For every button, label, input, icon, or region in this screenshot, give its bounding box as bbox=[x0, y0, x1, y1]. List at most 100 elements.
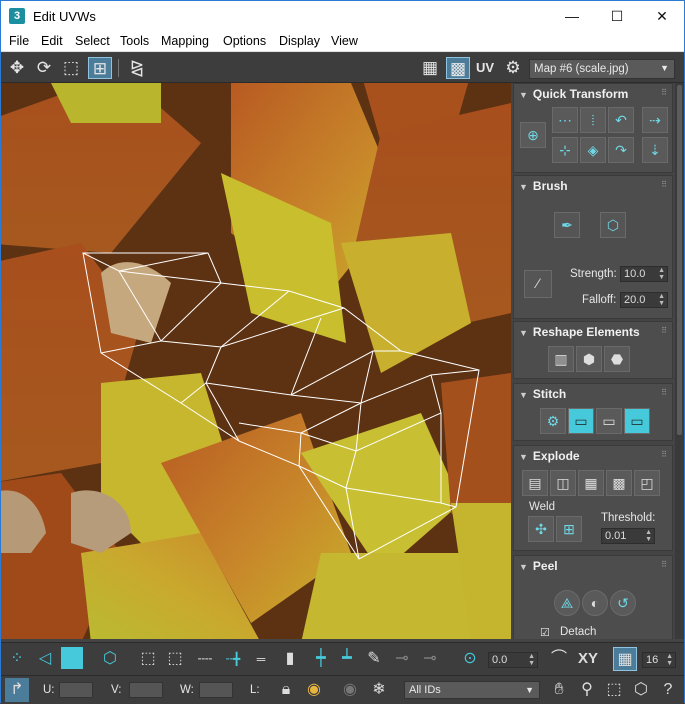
edge-select-icon[interactable]: ┷ bbox=[335, 647, 359, 671]
menu-select[interactable]: Select bbox=[75, 34, 110, 48]
stitch-header[interactable]: ▼ Stitch bbox=[514, 384, 672, 404]
rotate-value-spinner[interactable]: 0.0 ▲ ▼ bbox=[488, 652, 538, 668]
align-vertical-icon[interactable]: ⦙ bbox=[580, 107, 606, 133]
zoom-region-icon[interactable]: ⬚ bbox=[602, 678, 626, 702]
uv-mode-button[interactable]: UV bbox=[473, 57, 497, 79]
menu-display[interactable]: Display bbox=[279, 34, 320, 48]
stitch-to-target-icon[interactable]: ▭ bbox=[624, 408, 650, 434]
point-to-point-icon[interactable]: ┿ bbox=[309, 647, 333, 671]
show-map-icon[interactable]: ▩ bbox=[446, 57, 470, 79]
grid-snap-icon[interactable]: ▦ bbox=[613, 647, 637, 671]
relax-icon[interactable]: ⬢ bbox=[576, 346, 602, 372]
menu-file[interactable]: File bbox=[9, 34, 29, 48]
v-field[interactable] bbox=[129, 682, 163, 698]
reset-peel-icon[interactable]: ↺ bbox=[610, 590, 636, 616]
map-settings-icon[interactable]: ⚙ bbox=[501, 57, 525, 79]
hide-eye-icon[interactable]: ◉ bbox=[302, 678, 326, 702]
peel-mode-icon[interactable]: ◐ bbox=[582, 590, 608, 616]
stitch-average-icon[interactable]: ▭ bbox=[596, 408, 622, 434]
pan-hand-icon[interactable]: ✋︎ bbox=[547, 678, 571, 702]
uv-viewport[interactable] bbox=[1, 83, 511, 639]
polygon-mode-icon[interactable] bbox=[61, 647, 83, 669]
paint-select-icon[interactable]: ▮ bbox=[278, 647, 302, 671]
menu-tools[interactable]: Tools bbox=[120, 34, 149, 48]
space-vertical-icon[interactable]: ⇢ bbox=[642, 107, 668, 133]
soft-select-icon[interactable]: ⊸ bbox=[390, 647, 414, 671]
relax-brush-icon[interactable]: ⬡ bbox=[600, 212, 626, 238]
soft-select-falloff-icon[interactable]: ⊸ bbox=[418, 647, 442, 671]
rollout-panel: ▼ Quick Transform ⠿ ⊕ ⋯ ⦙ ↶ ⊹ ◈ ↷ ⇢ ⇣ ▼ Br… bbox=[512, 83, 674, 639]
freeze-icon[interactable]: ❄ bbox=[367, 678, 391, 702]
freeze-eye-icon[interactable]: ◉ bbox=[338, 678, 362, 702]
uv-canvas[interactable] bbox=[1, 83, 511, 639]
weld-selected-icon[interactable]: ✣ bbox=[528, 516, 554, 542]
weld-target-icon[interactable]: ⊞ bbox=[556, 516, 582, 542]
break-icon[interactable]: ▤ bbox=[522, 470, 548, 496]
xy-coordinate-button[interactable]: XY bbox=[574, 647, 602, 671]
explode-header[interactable]: ▼ Explode bbox=[514, 446, 672, 466]
falloff-type-icon[interactable]: ⌒ bbox=[547, 647, 571, 671]
rotate-cw-icon[interactable]: ↷ bbox=[608, 137, 634, 163]
space-horizontal-icon[interactable]: ⊹ bbox=[552, 137, 578, 163]
grow-selection-icon[interactable]: ⬚ bbox=[136, 647, 160, 671]
linear-align-icon[interactable]: ◈ bbox=[580, 137, 606, 163]
flatten-by-material-icon[interactable]: ◰ bbox=[634, 470, 660, 496]
peel-header[interactable]: ▼ Peel bbox=[514, 556, 672, 576]
w-field[interactable] bbox=[199, 682, 233, 698]
straighten-icon[interactable]: ▥ bbox=[548, 346, 574, 372]
align-to-edge-icon[interactable]: ⇣ bbox=[642, 137, 668, 163]
grid-value-spinner[interactable]: 16 ▲ ▼ bbox=[642, 652, 676, 668]
relax-settings-icon[interactable]: ⬣ bbox=[604, 346, 630, 372]
brush-select-icon[interactable]: ✎ bbox=[362, 647, 386, 671]
lock-icon[interactable]: 🔒︎ bbox=[274, 678, 298, 702]
loop-grow-icon[interactable]: ╌╋ bbox=[221, 647, 245, 671]
loop-icon[interactable]: ╌╌ bbox=[193, 647, 217, 671]
rotate-icon[interactable]: ⟳ bbox=[32, 57, 56, 79]
element-mode-icon[interactable]: ⬡ bbox=[98, 647, 122, 671]
zoom-icon[interactable]: ⚲ bbox=[575, 678, 599, 702]
map-selector-dropdown[interactable]: Map #6 (scale.jpg) ▼ bbox=[529, 59, 675, 79]
absolute-mode-icon[interactable]: ↱ bbox=[5, 678, 29, 702]
panel-scrollbar[interactable] bbox=[675, 83, 684, 639]
menu-options[interactable]: Options bbox=[223, 34, 266, 48]
menu-mapping[interactable]: Mapping bbox=[161, 34, 209, 48]
menu-edit[interactable]: Edit bbox=[41, 34, 63, 48]
detach-edge-icon[interactable]: ◫ bbox=[550, 470, 576, 496]
rotate-snap-icon[interactable]: ⊙ bbox=[458, 647, 482, 671]
paint-move-icon[interactable]: ✒ bbox=[554, 212, 580, 238]
align-horizontal-icon[interactable]: ⋯ bbox=[552, 107, 578, 133]
stitch-custom-icon[interactable]: ⚙ bbox=[540, 408, 566, 434]
mirror-icon[interactable]: ⧎ bbox=[125, 57, 149, 79]
maximize-button[interactable]: ☐ bbox=[594, 1, 640, 31]
scrollbar-thumb[interactable] bbox=[677, 85, 682, 435]
ring-icon[interactable]: ═ bbox=[249, 647, 273, 671]
close-button[interactable]: ✕ bbox=[639, 1, 685, 31]
quick-peel-icon[interactable]: ⟁ bbox=[554, 590, 580, 616]
flatten-by-polygon-icon[interactable]: ▦ bbox=[578, 470, 604, 496]
scale-icon[interactable]: ⬚ bbox=[59, 57, 83, 79]
u-field[interactable] bbox=[59, 682, 93, 698]
menu-view[interactable]: View bbox=[331, 34, 358, 48]
vertex-mode-icon[interactable]: ⁘ bbox=[5, 647, 29, 671]
edge-mode-icon[interactable]: ◁ bbox=[33, 647, 57, 671]
transform-pivot-icon[interactable]: ⊕ bbox=[520, 122, 546, 148]
falloff-spinner[interactable]: 20.0 ▲ ▼ bbox=[620, 292, 668, 308]
brush-header[interactable]: ▼ Brush bbox=[514, 176, 672, 196]
falloff-curve-icon[interactable]: ⁄ bbox=[524, 270, 552, 298]
move-icon[interactable]: ✥ bbox=[5, 57, 29, 79]
minimize-button[interactable]: — bbox=[549, 1, 595, 31]
rotate-ccw-icon[interactable]: ↶ bbox=[608, 107, 634, 133]
zoom-extents-icon[interactable]: ⬡ bbox=[629, 678, 653, 702]
freeform-icon[interactable]: ⊞ bbox=[88, 57, 112, 79]
help-icon[interactable]: ? bbox=[656, 678, 680, 702]
shrink-selection-icon[interactable]: ⬚ bbox=[163, 647, 187, 671]
strength-spinner[interactable]: 10.0 ▲ ▼ bbox=[620, 266, 668, 282]
quick-transform-header[interactable]: ▼ Quick Transform bbox=[514, 84, 672, 104]
ids-dropdown[interactable]: All IDs ▼ bbox=[404, 681, 540, 699]
flatten-by-smoothing-icon[interactable]: ▩ bbox=[606, 470, 632, 496]
stitch-to-source-icon[interactable]: ▭ bbox=[568, 408, 594, 434]
detach-checkbox[interactable]: ☑ bbox=[540, 626, 550, 639]
reshape-elements-header[interactable]: ▼ Reshape Elements bbox=[514, 322, 672, 342]
threshold-spinner[interactable]: 0.01 ▲ ▼ bbox=[601, 528, 655, 544]
checker-pattern-icon[interactable]: ▦ bbox=[418, 57, 442, 79]
